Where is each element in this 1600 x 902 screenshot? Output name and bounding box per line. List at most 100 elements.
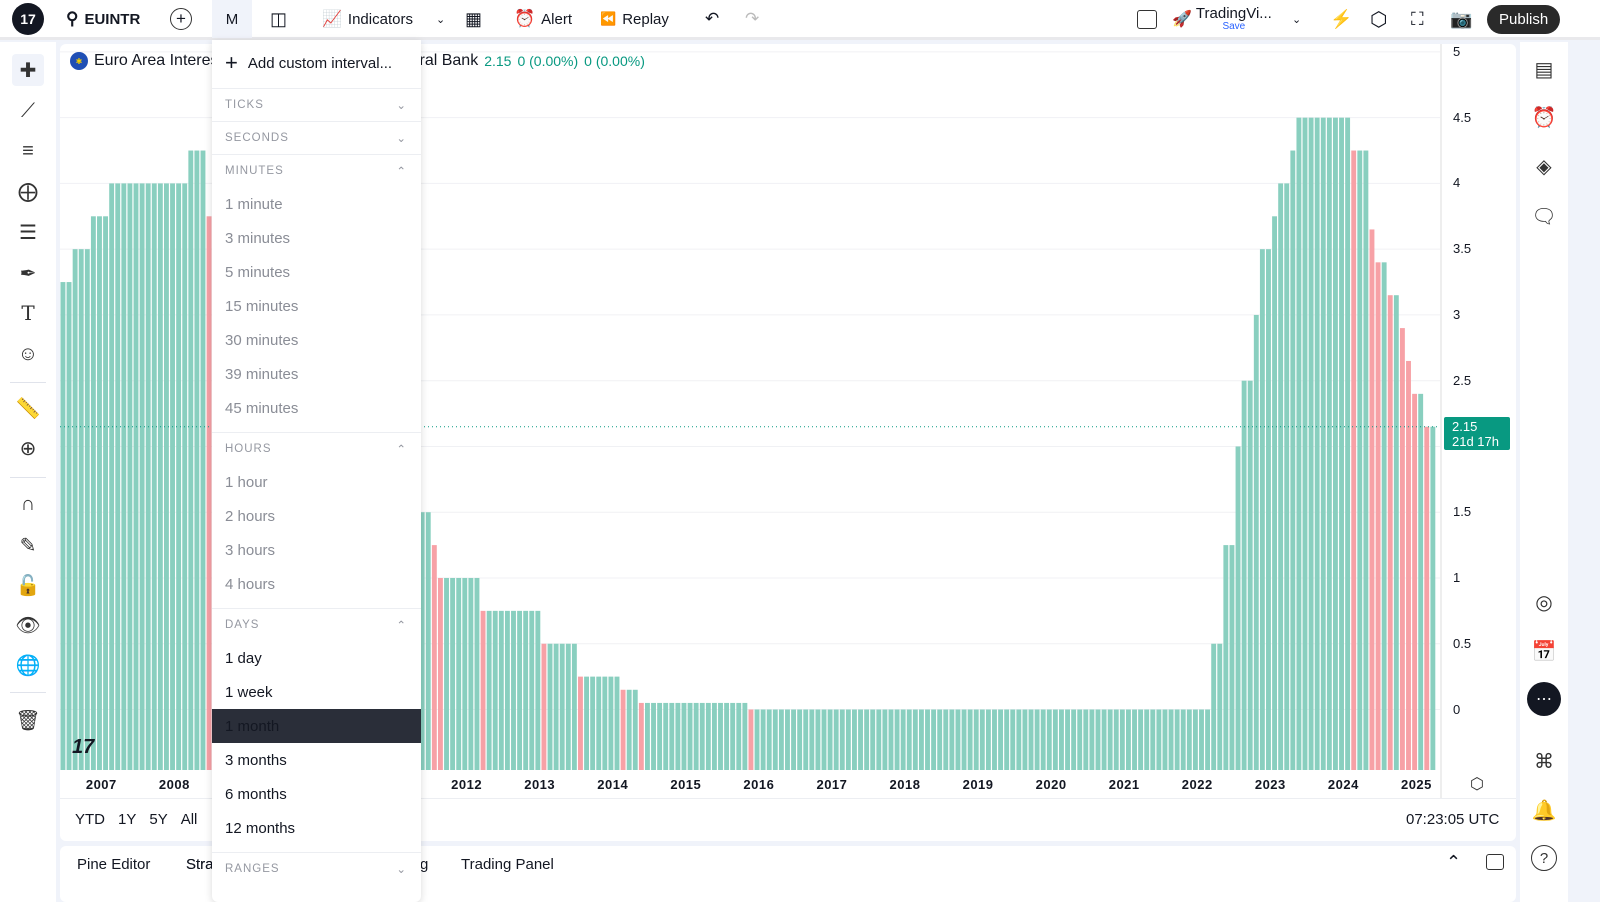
- section-minutes[interactable]: MINUTES ⌃: [212, 154, 421, 187]
- lightning-search-icon: ⚡: [1330, 8, 1353, 29]
- snapshot-button[interactable]: 📷: [1450, 0, 1472, 38]
- range-1y[interactable]: 1Y: [118, 811, 136, 828]
- bar: [200, 150, 206, 770]
- bar: [127, 183, 133, 770]
- redo-button[interactable]: ↷: [745, 0, 759, 38]
- section-ticks[interactable]: TICKS ⌄: [212, 88, 421, 121]
- y-tick-label: 0: [1453, 701, 1461, 717]
- interval-option[interactable]: 1 day: [212, 641, 421, 675]
- bar: [1040, 709, 1046, 770]
- bar: [1259, 249, 1265, 770]
- price-axis[interactable]: 54.543.532.521.510.50: [1442, 44, 1516, 770]
- data-feed-button[interactable]: ⌘: [1528, 745, 1560, 777]
- layouts-button[interactable]: ▦: [465, 0, 482, 38]
- calendar-button[interactable]: 📅: [1528, 635, 1560, 667]
- interval-option[interactable]: 1 hour: [212, 465, 421, 499]
- screener-button[interactable]: ◎: [1528, 586, 1560, 618]
- object-tree[interactable]: 🌐: [12, 649, 44, 681]
- measure-tool[interactable]: 📏: [12, 392, 44, 424]
- interval-button[interactable]: M: [212, 0, 252, 38]
- section-ranges[interactable]: RANGES ⌄: [212, 852, 421, 885]
- plus-circle-icon: +: [170, 8, 192, 30]
- interval-option[interactable]: 3 minutes: [212, 221, 421, 255]
- interval-option[interactable]: 3 hours: [212, 533, 421, 567]
- fullscreen-button[interactable]: ⛶: [1411, 0, 1424, 38]
- watchlist-button[interactable]: ▤: [1528, 53, 1560, 85]
- quick-search-button[interactable]: ⚡: [1330, 0, 1352, 38]
- replay-label: Replay: [622, 10, 669, 28]
- chats-button[interactable]: 🗨: [1528, 200, 1560, 232]
- pattern-tool[interactable]: ⨁: [12, 175, 44, 207]
- tradingview-logo[interactable]: 17: [12, 0, 44, 38]
- axis-settings-button[interactable]: ⬡: [1470, 774, 1484, 794]
- x-tick-label: 2012: [451, 777, 483, 792]
- interval-option[interactable]: 1 month: [212, 709, 421, 743]
- hide-drawings[interactable]: 👁: [12, 609, 44, 641]
- range-all[interactable]: All: [181, 811, 198, 828]
- replay-button[interactable]: ⏪ Replay: [600, 0, 669, 38]
- alert-button[interactable]: ⏰ Alert: [514, 0, 572, 38]
- indicators-button[interactable]: 📈 Indicators: [322, 0, 413, 38]
- legend-change: 0 (0.00%): [517, 53, 579, 69]
- magnet-tool[interactable]: ∩: [12, 488, 44, 520]
- interval-option[interactable]: 3 months: [212, 743, 421, 777]
- object-tree-button[interactable]: ◈: [1528, 150, 1560, 182]
- remove-drawings[interactable]: 🗑: [12, 704, 44, 736]
- section-hours[interactable]: HOURS ⌃: [212, 432, 421, 465]
- chart-type-button[interactable]: ◫: [270, 0, 287, 38]
- section-days[interactable]: DAYS ⌃: [212, 608, 421, 641]
- bar: [1223, 545, 1229, 770]
- range-ytd[interactable]: YTD: [75, 811, 105, 828]
- compare-symbol-button[interactable]: +: [170, 0, 192, 38]
- interval-option[interactable]: 5 minutes: [212, 255, 421, 289]
- indicators-dropdown-chevron[interactable]: ⌄: [436, 0, 445, 38]
- text-tool[interactable]: T: [12, 297, 44, 329]
- products-button[interactable]: ⋯: [1527, 682, 1561, 716]
- zoom-tool[interactable]: ⊕: [12, 432, 44, 464]
- publish-button[interactable]: Publish: [1487, 5, 1561, 34]
- publish-label: Publish: [1499, 11, 1549, 28]
- notifications-button[interactable]: 🔔: [1528, 794, 1560, 826]
- interval-option[interactable]: 12 months: [212, 811, 421, 845]
- layout-toggle-button[interactable]: [1137, 0, 1157, 38]
- brush-tool[interactable]: ✒: [12, 257, 44, 289]
- interval-option[interactable]: 4 hours: [212, 567, 421, 601]
- tab-pine-editor[interactable]: Pine Editor: [77, 856, 150, 873]
- interval-option[interactable]: 6 months: [212, 777, 421, 811]
- bar: [833, 709, 839, 770]
- bar: [614, 676, 620, 770]
- interval-option[interactable]: 1 minute: [212, 187, 421, 221]
- icon-tool[interactable]: ☺: [12, 338, 44, 370]
- lock-drawings[interactable]: 🔓: [12, 569, 44, 601]
- fib-tool[interactable]: ≡: [12, 135, 44, 167]
- interval-option[interactable]: 30 minutes: [212, 323, 421, 357]
- tab-hidden[interactable]: g: [420, 856, 428, 873]
- alerts-button[interactable]: ⏰: [1528, 101, 1560, 133]
- interval-option[interactable]: 45 minutes: [212, 391, 421, 425]
- symbol-search-button[interactable]: ⚲ EUINTR: [66, 0, 140, 38]
- collapse-panel-button[interactable]: ⌃: [1446, 852, 1461, 873]
- layout-menu-chevron[interactable]: ⌄: [1292, 0, 1301, 38]
- section-seconds[interactable]: SECONDS ⌄: [212, 121, 421, 154]
- layout-name-button[interactable]: 🚀 TradingVi... Save: [1172, 0, 1272, 38]
- undo-button[interactable]: ↶: [705, 0, 719, 38]
- interval-option[interactable]: 2 hours: [212, 499, 421, 533]
- rewind-icon: ⏪: [600, 11, 617, 26]
- settings-button[interactable]: ⬡: [1370, 0, 1387, 38]
- add-custom-interval[interactable]: + Add custom interval...: [212, 46, 421, 80]
- bar: [66, 282, 72, 770]
- maximize-panel-button[interactable]: [1486, 854, 1504, 870]
- bar: [620, 689, 626, 770]
- crosshair-tool[interactable]: ✚: [12, 54, 44, 86]
- utc-clock[interactable]: 07:23:05 UTC: [1406, 811, 1499, 828]
- interval-option[interactable]: 39 minutes: [212, 357, 421, 391]
- save-label[interactable]: Save: [1196, 22, 1272, 32]
- range-5y[interactable]: 5Y: [149, 811, 167, 828]
- prediction-tool[interactable]: ☰: [12, 216, 44, 248]
- stay-in-drawing-mode[interactable]: ✎: [12, 529, 44, 561]
- interval-option[interactable]: 1 week: [212, 675, 421, 709]
- trend-line-tool[interactable]: ⟋: [12, 95, 44, 127]
- tab-trading-panel[interactable]: Trading Panel: [461, 856, 554, 873]
- help-button[interactable]: ?: [1528, 842, 1560, 874]
- interval-option[interactable]: 15 minutes: [212, 289, 421, 323]
